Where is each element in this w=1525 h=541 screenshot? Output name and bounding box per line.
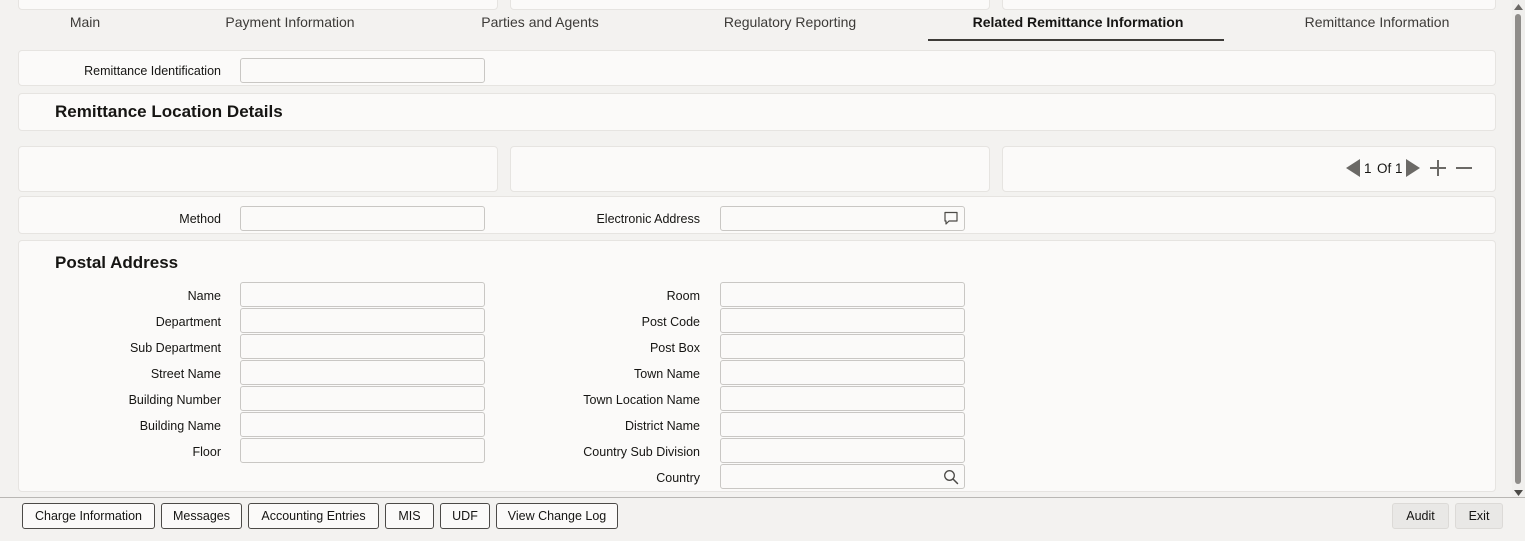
remittance-identification-label: Remittance Identification [84,64,221,78]
country-sub-division-input[interactable] [720,438,965,463]
active-tab-indicator [928,39,1224,41]
tab-regulatory-reporting[interactable]: Regulatory Reporting [700,14,880,40]
town-location-name-label: Town Location Name [583,393,700,407]
charge-information-button[interactable]: Charge Information [22,503,155,529]
next-record-icon[interactable] [1404,158,1422,178]
name-input[interactable] [240,282,485,307]
post-box-input[interactable] [720,334,965,359]
street-name-label: Street Name [150,367,221,381]
mis-button[interactable]: MIS [385,503,434,529]
tab-main[interactable]: Main [40,14,130,40]
remittance-identification-input[interactable] [240,58,485,83]
building-name-label: Building Name [139,419,221,433]
scroll-up-arrow-icon[interactable] [1512,2,1525,12]
method-input[interactable] [240,206,485,231]
town-name-label: Town Name [634,367,700,381]
view-change-log-button[interactable]: View Change Log [496,503,618,529]
town-name-input[interactable] [720,360,965,385]
exit-button[interactable]: Exit [1455,503,1503,529]
comment-icon[interactable] [943,210,959,226]
tab-bar: Main Payment Information Parties and Age… [0,0,1512,44]
country-label: Country [656,471,700,485]
post-code-label: Post Code [641,315,700,329]
add-record-icon[interactable] [1428,158,1448,178]
tab-related-remittance-information[interactable]: Related Remittance Information [930,14,1226,40]
country-input[interactable] [720,464,965,489]
tab-remittance-information[interactable]: Remittance Information [1280,14,1474,40]
previous-record-icon[interactable] [1344,158,1362,178]
country-sub-division-label: Country Sub Division [583,445,700,459]
district-name-label: District Name [624,419,700,433]
electronic-address-label: Electronic Address [596,212,700,226]
record-pager: 1 Of 1 [1340,157,1480,179]
pager-of-label: Of [1377,161,1392,176]
record-block-left [18,146,498,192]
name-label: Name [187,289,221,303]
sub-department-label: Sub Department [129,341,221,355]
tab-parties-and-agents[interactable]: Parties and Agents [450,14,630,40]
audit-button[interactable]: Audit [1392,503,1449,529]
sub-department-input[interactable] [240,334,485,359]
district-name-input[interactable] [720,412,965,437]
electronic-address-input[interactable] [720,206,965,231]
town-location-name-input[interactable] [720,386,965,411]
search-icon[interactable] [943,469,959,485]
record-block-mid [510,146,990,192]
udf-button[interactable]: UDF [440,503,490,529]
tab-payment-information[interactable]: Payment Information [200,14,380,40]
building-number-label: Building Number [128,393,221,407]
pager-current: 1 [1364,161,1372,176]
accounting-entries-button[interactable]: Accounting Entries [248,503,379,529]
street-name-input[interactable] [240,360,485,385]
delete-record-icon[interactable] [1454,158,1474,178]
room-label: Room [666,289,700,303]
scrollbar-thumb[interactable] [1515,14,1521,484]
method-label: Method [179,212,221,226]
building-name-input[interactable] [240,412,485,437]
building-number-input[interactable] [240,386,485,411]
floor-input[interactable] [240,438,485,463]
department-label: Department [155,315,221,329]
messages-button[interactable]: Messages [161,503,242,529]
post-box-label: Post Box [649,341,700,355]
pager-total: 1 [1395,161,1403,176]
postal-address-title: Postal Address [55,253,179,272]
post-code-input[interactable] [720,308,965,333]
department-input[interactable] [240,308,485,333]
floor-label: Floor [192,445,221,459]
vertical-scrollbar[interactable] [1512,0,1525,500]
location-details-title: Remittance Location Details [55,102,283,121]
room-input[interactable] [720,282,965,307]
